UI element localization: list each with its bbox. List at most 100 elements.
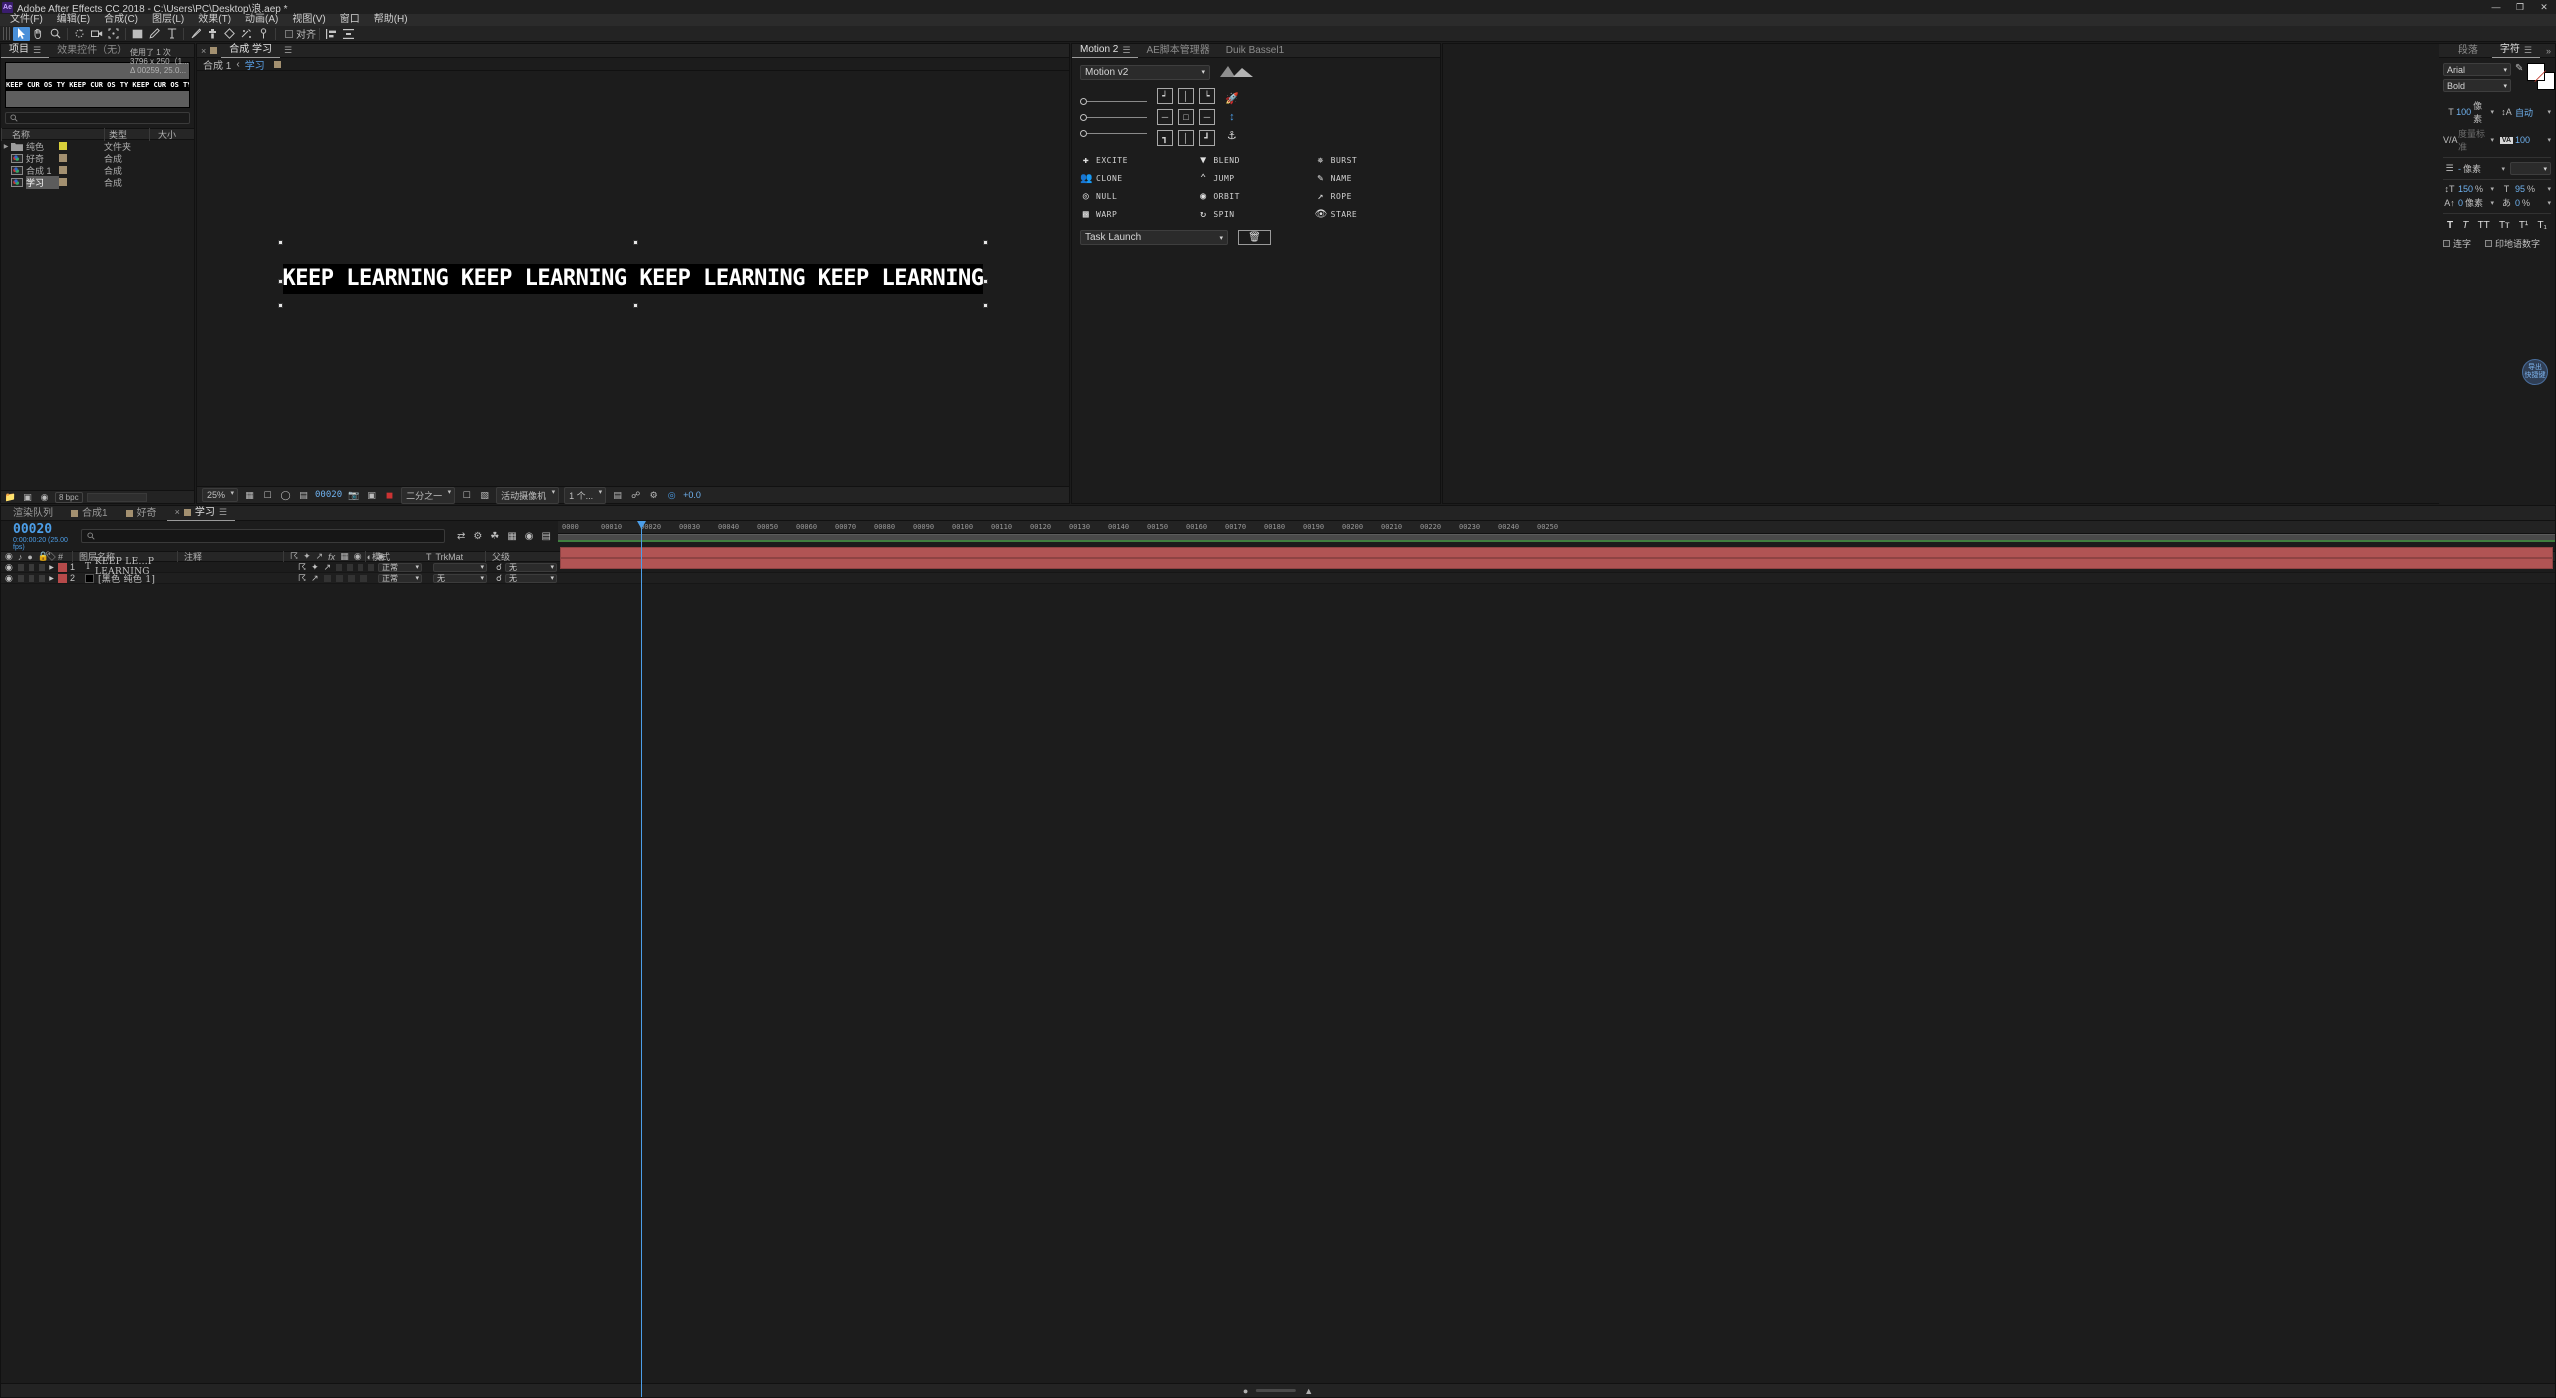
shape-tool[interactable] [129, 27, 146, 41]
panel-menu-icon[interactable]: ☰ [2524, 43, 2532, 57]
region-icon[interactable]: ▤ [297, 489, 310, 501]
trkmat-header[interactable]: T TrkMat [420, 551, 485, 562]
motion-slider-2[interactable] [1080, 114, 1147, 121]
maximize-button[interactable]: ❐ [2508, 0, 2532, 14]
layer-blend-mode[interactable]: 正常 [378, 563, 422, 572]
layer-motionblur-switch[interactable] [358, 564, 364, 571]
tab-motion2[interactable]: Motion 2 ☰ [1072, 44, 1138, 58]
exposure-icon[interactable]: ◎ [665, 489, 678, 501]
layer-quality-switch[interactable]: ↗ [324, 562, 332, 573]
stroke-style-select[interactable]: ▾ [2510, 162, 2551, 175]
layer-collapse-switch[interactable]: ✦ [311, 562, 319, 573]
layer-label-color[interactable] [58, 574, 67, 583]
motion-button-stare[interactable]: 👁STARE [1315, 209, 1432, 220]
layer-video-toggle[interactable]: ◉ [5, 573, 13, 584]
hindi-digits-checkbox-row[interactable]: 印地语数字 [2485, 237, 2540, 250]
ligatures-checkbox-row[interactable]: 连字 [2443, 237, 2471, 250]
chevron-down-icon[interactable]: ▾ [2490, 108, 2494, 116]
faux-italic-button[interactable]: T [2462, 220, 2468, 231]
project-row-curiosity[interactable]: 好奇 合成 [1, 152, 194, 164]
motion-button-orbit[interactable]: ◉ORBIT [1197, 191, 1314, 202]
channel-icon[interactable]: ◼ [383, 489, 396, 501]
label-swatch[interactable] [59, 142, 104, 150]
panel-menu-icon[interactable]: ☰ [33, 43, 41, 57]
kerning-field[interactable]: V/A 度量标准 ▾ [2443, 127, 2494, 153]
motion-slider-3[interactable] [1080, 130, 1147, 137]
distribute-icon[interactable] [340, 27, 357, 41]
bit-depth-label[interactable]: 8 bpc [55, 492, 83, 503]
transform-handle-tc[interactable] [633, 240, 638, 245]
menu-effect[interactable]: 效果(T) [191, 14, 238, 26]
chevron-down-icon[interactable]: ▾ [2547, 136, 2551, 144]
brush-tool[interactable] [187, 27, 204, 41]
new-comp-icon[interactable]: ▣ [21, 491, 34, 503]
solo-icon[interactable]: ● [27, 552, 32, 562]
floating-shortcut-badge[interactable]: 导出 快捷键 [2522, 359, 2548, 385]
quality-icon[interactable]: ↗ [316, 551, 324, 562]
layer-bar-1[interactable] [560, 547, 2553, 558]
shy-icon[interactable]: ☈ [290, 551, 298, 562]
small-caps-button[interactable]: Tт [2499, 220, 2510, 231]
layer-name[interactable]: [黑色 纯色 1] [98, 572, 155, 585]
breadcrumb-parent[interactable]: 合成 1 [203, 57, 231, 72]
menu-edit[interactable]: 编辑(E) [50, 14, 97, 26]
layer-shy-switch[interactable]: ☈ [298, 562, 306, 573]
snapshot-icon[interactable]: 📷 [347, 489, 360, 501]
motion-button-null[interactable]: ◎NULL [1080, 191, 1197, 202]
zoom-in-icon[interactable]: ▲ [1304, 1386, 1313, 1396]
frame-blend-icon[interactable]: ▦ [340, 551, 349, 562]
layer-motionblur-switch[interactable] [348, 575, 355, 582]
motion-button-blend[interactable]: ▼BLEND [1197, 155, 1314, 166]
motion-button-rope[interactable]: ↗ROPE [1315, 191, 1432, 202]
pen-tool[interactable] [146, 27, 163, 41]
parent-header[interactable]: 父级 [485, 551, 555, 562]
layer-shy-switch[interactable]: ☈ [298, 573, 306, 584]
motion-button-warp[interactable]: ▩WARP [1080, 209, 1197, 220]
new-folder-icon[interactable]: 📁 [4, 491, 17, 503]
anchor-top-right[interactable]: ┕ [1199, 88, 1215, 104]
layer-solo-toggle[interactable] [29, 564, 35, 571]
eraser-tool[interactable] [221, 27, 238, 41]
current-time-display[interactable]: 00020 0:00:00:20 (25.00 fps) [1, 522, 81, 551]
vertical-scale-field[interactable]: ↕T 150 % ▾ [2443, 184, 2494, 194]
stage-text-layer[interactable]: KEEP LEARNING KEEP LEARNING KEEP LEARNIN… [283, 264, 984, 294]
transform-handle-bl[interactable] [278, 303, 283, 308]
tab-effect-controls[interactable]: 效果控件（无） [49, 44, 135, 58]
parent-pickwhip-icon[interactable]: ☌ [496, 562, 502, 573]
anchor-bottom-left[interactable]: ┓ [1157, 130, 1173, 146]
motion-button-spin[interactable]: ↻SPIN [1197, 209, 1314, 220]
align-left-icon[interactable] [323, 27, 340, 41]
transform-handle-tl[interactable] [278, 240, 283, 245]
tab-curiosity[interactable]: 好奇 [118, 506, 165, 521]
video-visibility-icon[interactable]: ◉ [5, 551, 13, 562]
layer-trkmat[interactable]: 无 [433, 574, 487, 583]
puppet-pin-tool[interactable] [255, 27, 272, 41]
anchor-top-left[interactable]: ┙ [1157, 88, 1173, 104]
motion-button-excite[interactable]: ✚EXCITE [1080, 155, 1197, 166]
motion-button-name[interactable]: ✎NAME [1315, 173, 1432, 184]
clone-stamp-tool[interactable] [204, 27, 221, 41]
rotation-tool[interactable] [71, 27, 88, 41]
panel-menu-icon[interactable]: ☰ [219, 505, 227, 520]
zoom-tool[interactable] [47, 27, 64, 41]
exposure-value[interactable]: +0.0 [683, 490, 701, 500]
motion-version-select[interactable]: Motion v2 ▾ [1080, 65, 1210, 80]
leading-field[interactable]: ↕A 自动 ▾ [2500, 99, 2551, 125]
tsume-field[interactable]: あ 0 % ▾ [2500, 196, 2551, 209]
layer-quality-switch[interactable]: ↗ [311, 573, 319, 584]
rocket-icon[interactable]: 🚀 [1225, 92, 1239, 105]
motion-blur-icon[interactable]: ◉ [525, 531, 534, 542]
tab-composition-study[interactable]: 合成 学习 [221, 44, 280, 58]
vertical-arrows-icon[interactable]: ↕ [1229, 111, 1235, 123]
motion-slider-1[interactable] [1080, 98, 1147, 105]
tab-ae-script-manager[interactable]: AE脚本管理器 [1138, 44, 1217, 58]
column-size[interactable]: 大小 [149, 128, 194, 141]
layer-disclosure[interactable]: ▶ [45, 562, 58, 573]
audio-icon[interactable]: ♪ [18, 552, 23, 562]
pixel-aspect-icon[interactable]: ▤ [611, 489, 624, 501]
snapping-checkbox[interactable] [285, 30, 293, 38]
anchor-icon[interactable]: ⚓ [1227, 129, 1237, 142]
transform-handle-tr[interactable] [983, 240, 988, 245]
breadcrumb-current[interactable]: 学习 [245, 57, 265, 72]
tab-study[interactable]: × 学习 ☰ [167, 506, 235, 521]
